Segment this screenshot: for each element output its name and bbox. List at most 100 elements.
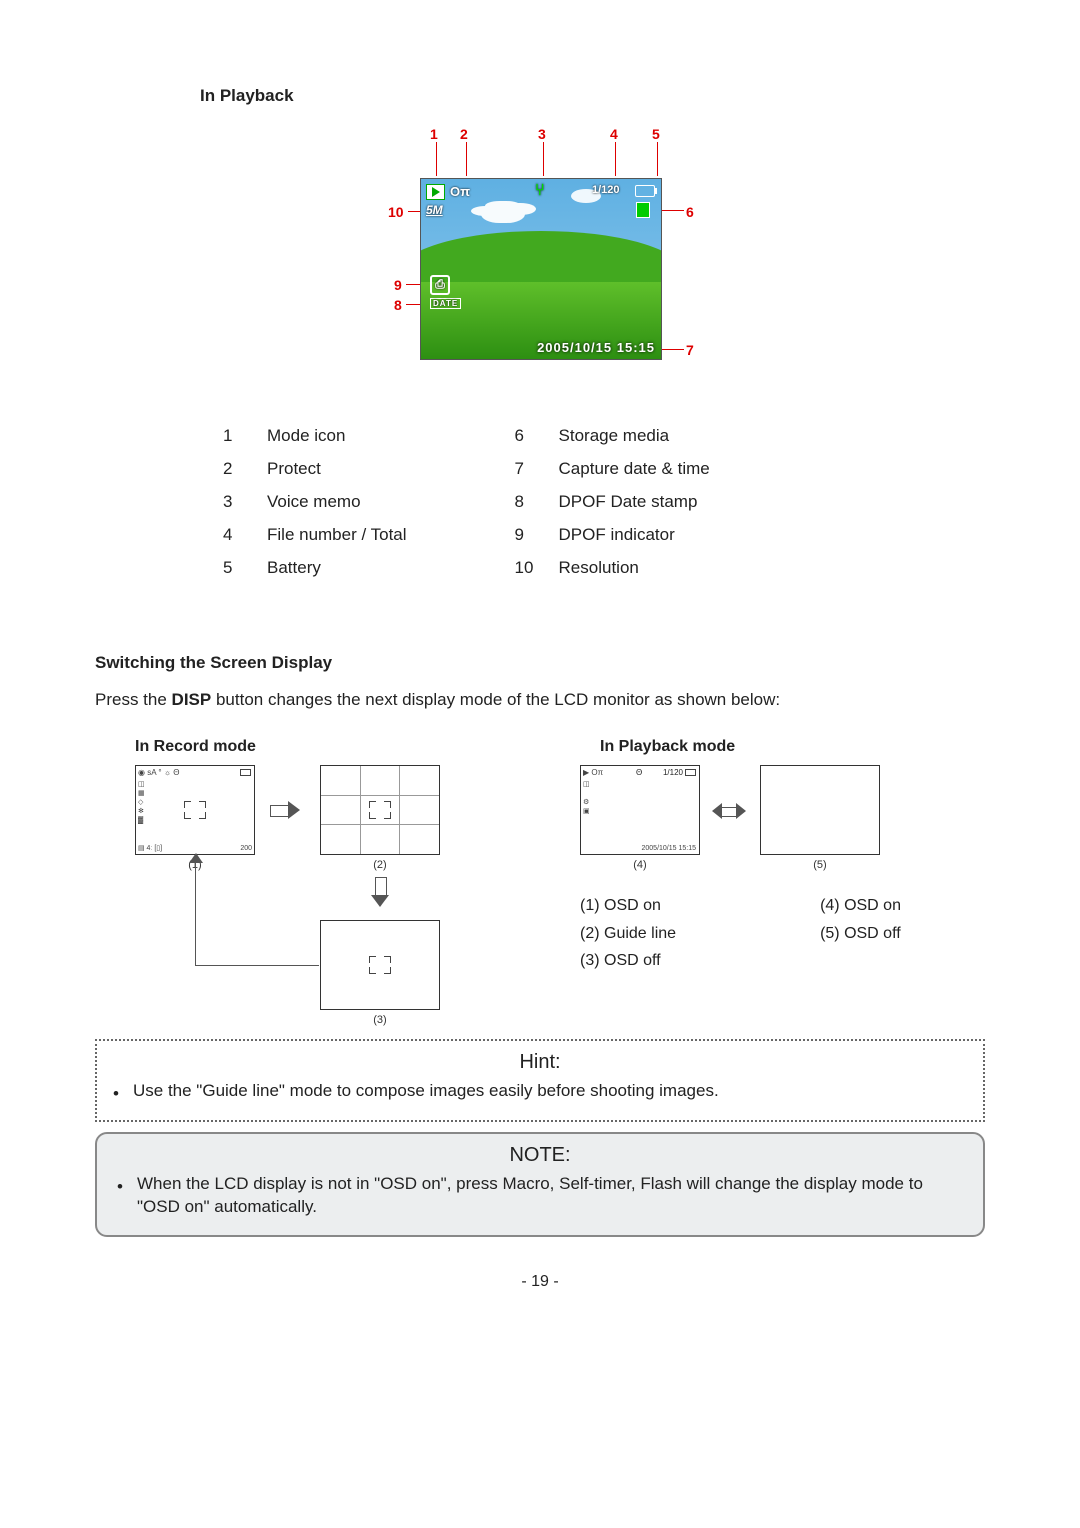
note-bullet: • When the LCD display is not in "OSD on… — [117, 1173, 963, 1219]
para-text: Press the — [95, 690, 172, 709]
mini-caption: (3) — [320, 1014, 440, 1026]
disp-button-label: DISP — [172, 690, 212, 709]
note-text: When the LCD display is not in "OSD on",… — [137, 1173, 963, 1219]
mini-osd-top: ◉ sA ° ☼ Θ — [138, 768, 180, 777]
lcd-datetime: 2005/10/15 15:15 — [642, 845, 697, 852]
legend-label: Resolution — [559, 557, 710, 580]
para-text: button changes the next display mode of … — [211, 690, 780, 709]
file-number: 1/120 — [592, 184, 620, 196]
bullet-icon: • — [113, 1080, 119, 1106]
display-modes-row: In Record mode ◉ sA ° ☼ Θ ◫ ▦ ◇ ✻ ▓ ▤ 4ː… — [95, 736, 985, 1026]
playback-mode-title: In Playback mode — [600, 736, 985, 758]
legend-label: Capture date & time — [559, 458, 710, 481]
battery-icon — [635, 185, 655, 197]
osd-label: (4) OSD on — [820, 895, 985, 917]
legend-label: DPOF Date stamp — [559, 491, 710, 514]
hint-box: Hint: • Use the "Guide line" mode to com… — [95, 1039, 985, 1122]
in-playback-heading: In Playback — [200, 85, 985, 108]
callout-num-6: 6 — [686, 204, 694, 220]
callout-legend: 1Mode icon 2Protect 3Voice memo 4File nu… — [223, 425, 985, 580]
record-mode-diagram: ◉ sA ° ☼ Θ ◫ ▦ ◇ ✻ ▓ ▤ 4ː [▯] 200 (1) (2… — [95, 765, 520, 1025]
af-brackets-icon — [370, 957, 390, 973]
arrow-left-right-icon — [712, 801, 746, 821]
callout-num-7: 7 — [686, 342, 694, 358]
mini-caption: (2) — [320, 859, 440, 871]
legend-label: Protect — [267, 458, 407, 481]
callout-line — [543, 142, 544, 176]
camera-lcd: 2005/10/15 15:15 — [420, 178, 662, 360]
switching-heading: Switching the Screen Display — [95, 652, 985, 675]
mini-caption: (4) — [580, 859, 700, 871]
storage-media-icon — [636, 202, 650, 218]
file-number: 1/120 — [663, 768, 683, 777]
record-mode-title: In Record mode — [135, 736, 520, 758]
callout-line — [436, 142, 437, 176]
note-title: NOTE: — [117, 1142, 963, 1169]
arrow-right-icon — [270, 801, 300, 819]
legend-num: 7 — [515, 458, 541, 481]
mini-lcd-4: ▶ Oπ Θ 1/120 ◫ ⚙ ▣ 2005/10/15 15:15 — [580, 765, 700, 855]
osd-label: (5) OSD off — [820, 923, 985, 945]
playback-mode-diagram: ▶ Oπ Θ 1/120 ◫ ⚙ ▣ 2005/10/15 15:15 (4) … — [560, 765, 985, 895]
legend-num: 10 — [515, 557, 541, 580]
mode-icon — [426, 184, 445, 200]
osd-label: (1) OSD on — [580, 895, 760, 917]
callout-num-9: 9 — [394, 277, 402, 293]
legend-num: 2 — [223, 458, 249, 481]
battery-icon — [685, 769, 696, 776]
callout-num-8: 8 — [394, 297, 402, 313]
legend-label: Battery — [267, 557, 407, 580]
battery-icon — [240, 769, 251, 776]
callout-num-2: 2 — [460, 126, 468, 142]
af-brackets-icon — [370, 802, 390, 818]
osd-label: (3) OSD off — [580, 950, 760, 972]
flow-line — [195, 861, 319, 966]
callout-line — [615, 142, 616, 176]
mini-lcd-3 — [320, 920, 440, 1010]
lcd-datetime: 2005/10/15 15:15 — [537, 340, 655, 355]
callout-num-3: 3 — [538, 126, 546, 142]
mini-lcd-1: ◉ sA ° ☼ Θ ◫ ▦ ◇ ✻ ▓ ▤ 4ː [▯] 200 — [135, 765, 255, 855]
legend-label: File number / Total — [267, 524, 407, 547]
bullet-icon: • — [117, 1173, 123, 1219]
voice-memo-icon: Θ — [636, 768, 642, 777]
mini-osd-left: ◫ ▦ ◇ ✻ ▓ — [138, 780, 145, 825]
lcd-cloud — [481, 205, 525, 223]
legend-num: 9 — [515, 524, 541, 547]
mini-caption: (5) — [760, 859, 880, 871]
arrow-down-icon — [371, 877, 389, 907]
legend-col-right: 6 Storage media 7 Capture date & time 8 DPO… — [515, 425, 710, 580]
legend-num: 8 — [515, 491, 541, 514]
playback-mode-block: In Playback mode ▶ Oπ Θ 1/120 ◫ ⚙ ▣ 2005… — [560, 736, 985, 1026]
hint-text: Use the "Guide line" mode to compose ima… — [133, 1080, 719, 1106]
legend-num: 1 — [223, 425, 249, 448]
legend-label: Storage media — [559, 425, 710, 448]
callout-num-4: 4 — [610, 126, 618, 142]
mini-osd-bl: ▤ 4ː [▯] — [138, 844, 162, 852]
osd-mode-list: (1) OSD on (4) OSD on (2) Guide line (5)… — [580, 895, 985, 972]
switching-paragraph: Press the DISP button changes the next d… — [95, 689, 985, 712]
mini-osd-left: ◫ ⚙ ▣ — [583, 780, 590, 816]
legend-label: DPOF indicator — [559, 524, 710, 547]
record-mode-block: In Record mode ◉ sA ° ☼ Θ ◫ ▦ ◇ ✻ ▓ ▤ 4ː… — [95, 736, 520, 1026]
mini-osd-br: 200 — [240, 845, 252, 852]
legend-label: Voice memo — [267, 491, 407, 514]
dpof-date-stamp: DATE — [430, 298, 461, 309]
arrow-up-icon — [189, 853, 203, 863]
mini-osd-top: ▶ Oπ — [583, 768, 603, 777]
legend-num: 4 — [223, 524, 249, 547]
note-box: NOTE: • When the LCD display is not in "… — [95, 1132, 985, 1237]
hint-bullet: • Use the "Guide line" mode to compose i… — [113, 1080, 967, 1106]
protect-icon: Oπ — [450, 184, 470, 199]
hint-title: Hint: — [113, 1049, 967, 1076]
legend-num: 6 — [515, 425, 541, 448]
legend-num: 5 — [223, 557, 249, 580]
callout-line — [466, 142, 467, 176]
mini-lcd-5 — [760, 765, 880, 855]
voice-memo-icon: ⑂ — [535, 182, 545, 200]
legend-num: 3 — [223, 491, 249, 514]
playback-lcd-diagram: 1 2 3 4 5 6 7 8 9 10 2005/10/15 15:15 Oπ… — [290, 120, 850, 390]
callout-line — [657, 142, 658, 176]
resolution-label: 5M — [426, 203, 443, 217]
legend-col-left: 1Mode icon 2Protect 3Voice memo 4File nu… — [223, 425, 407, 580]
